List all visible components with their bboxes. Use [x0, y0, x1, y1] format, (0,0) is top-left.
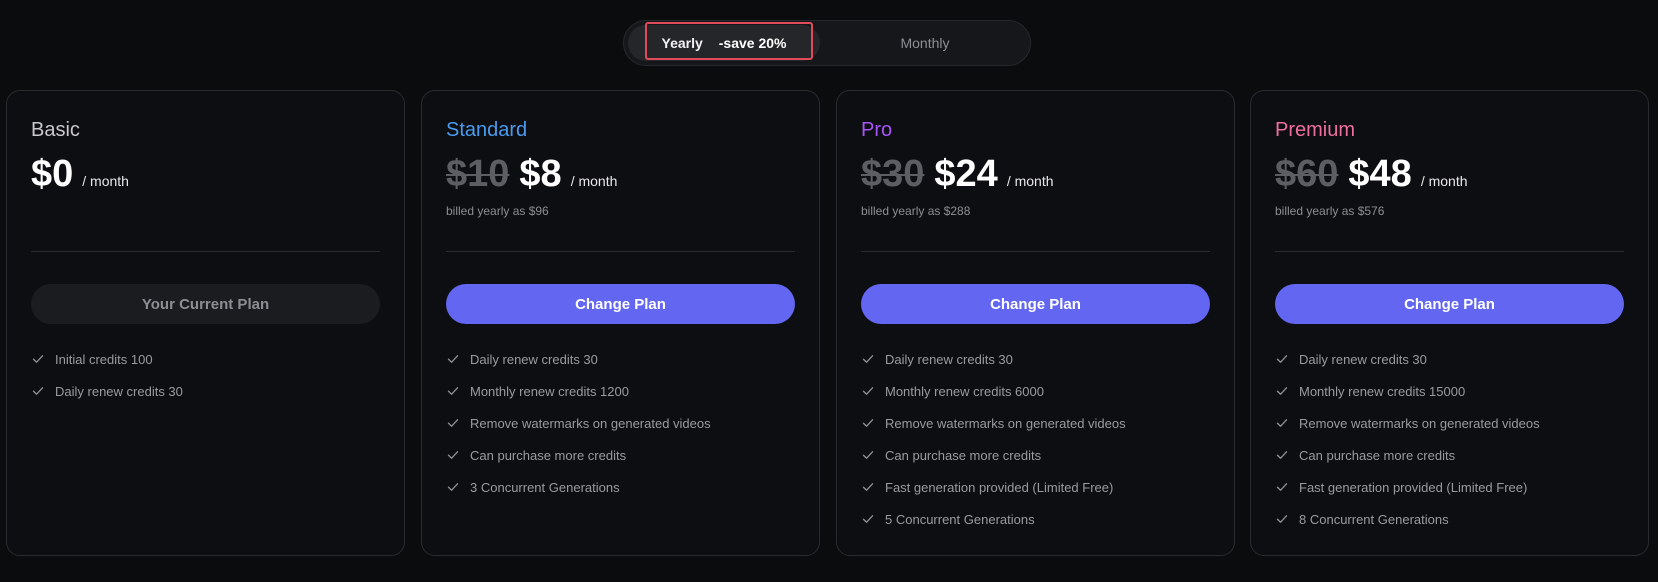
check-icon: [446, 416, 460, 430]
plan-card-pro: Pro $30 $24 / month billed yearly as $28…: [836, 90, 1235, 556]
check-icon: [446, 448, 460, 462]
yearly-option[interactable]: Yearly -save 20%: [628, 25, 820, 61]
divider: [861, 251, 1210, 252]
billed-note: billed yearly as $576: [1275, 204, 1385, 218]
change-plan-button[interactable]: Change Plan: [1275, 284, 1624, 324]
billing-period-toggle: Yearly -save 20% Monthly: [623, 20, 1031, 66]
list-item: Daily renew credits 30: [1275, 343, 1540, 375]
change-plan-button[interactable]: Change Plan: [446, 284, 795, 324]
yearly-label: Yearly: [661, 35, 703, 51]
check-icon: [31, 352, 45, 366]
plan-name: Premium: [1275, 119, 1356, 141]
current-plan-button[interactable]: Your Current Plan: [31, 284, 380, 324]
plan-name: Pro: [861, 119, 893, 141]
price-period: / month: [82, 173, 129, 189]
price-row: $30 $24 / month: [861, 153, 1054, 196]
plan-card-standard: Standard $10 $8 / month billed yearly as…: [421, 90, 820, 556]
list-item: 5 Concurrent Generations: [861, 503, 1126, 535]
price-row: $10 $8 / month: [446, 153, 617, 196]
check-icon: [1275, 480, 1289, 494]
original-price: $10: [446, 153, 510, 195]
plan-name: Standard: [446, 119, 528, 141]
feature-list: Daily renew credits 30 Monthly renew cre…: [1275, 343, 1540, 535]
check-icon: [1275, 512, 1289, 526]
plan-card-basic: Basic $0 / month Your Current Plan Initi…: [6, 90, 405, 556]
list-item: 8 Concurrent Generations: [1275, 503, 1540, 535]
price: $24: [934, 153, 998, 195]
check-icon: [446, 384, 460, 398]
list-item: Monthly renew credits 1200: [446, 375, 711, 407]
save-badge: -save 20%: [718, 35, 787, 51]
feature-list: Daily renew credits 30 Monthly renew cre…: [861, 343, 1126, 535]
divider: [31, 251, 380, 252]
list-item: 3 Concurrent Generations: [446, 471, 711, 503]
price: $0: [31, 153, 74, 195]
monthly-option[interactable]: Monthly: [824, 25, 1026, 61]
feature-list: Initial credits 100 Daily renew credits …: [31, 343, 183, 407]
check-icon: [1275, 448, 1289, 462]
check-icon: [1275, 384, 1289, 398]
billed-note: billed yearly as $288: [861, 204, 971, 218]
check-icon: [861, 480, 875, 494]
price: $48: [1348, 153, 1412, 195]
original-price: $30: [861, 153, 925, 195]
check-icon: [446, 480, 460, 494]
list-item: Daily renew credits 30: [861, 343, 1126, 375]
check-icon: [861, 448, 875, 462]
check-icon: [1275, 352, 1289, 366]
check-icon: [861, 384, 875, 398]
list-item: Remove watermarks on generated videos: [1275, 407, 1540, 439]
price-row: $0 / month: [31, 153, 129, 196]
price-period: / month: [570, 173, 618, 189]
list-item: Daily renew credits 30: [31, 375, 183, 407]
check-icon: [861, 352, 875, 366]
check-icon: [446, 352, 460, 366]
check-icon: [1275, 416, 1289, 430]
list-item: Can purchase more credits: [1275, 439, 1540, 471]
divider: [446, 251, 795, 252]
list-item: Remove watermarks on generated videos: [861, 407, 1126, 439]
divider: [1275, 251, 1624, 252]
list-item: Monthly renew credits 6000: [861, 375, 1126, 407]
billed-note: billed yearly as $96: [446, 204, 549, 218]
list-item: Daily renew credits 30: [446, 343, 711, 375]
list-item: Remove watermarks on generated videos: [446, 407, 711, 439]
change-plan-button[interactable]: Change Plan: [861, 284, 1210, 324]
check-icon: [861, 416, 875, 430]
plan-name: Basic: [31, 119, 80, 141]
list-item: Can purchase more credits: [861, 439, 1126, 471]
list-item: Fast generation provided (Limited Free): [1275, 471, 1540, 503]
price-period: / month: [1420, 173, 1468, 189]
plan-card-premium: Premium $60 $48 / month billed yearly as…: [1250, 90, 1649, 556]
check-icon: [31, 384, 45, 398]
feature-list: Daily renew credits 30 Monthly renew cre…: [446, 343, 711, 503]
list-item: Monthly renew credits 15000: [1275, 375, 1540, 407]
price-row: $60 $48 / month: [1275, 153, 1468, 196]
price-period: / month: [1006, 173, 1054, 189]
price: $8: [519, 153, 562, 195]
check-icon: [861, 512, 875, 526]
list-item: Fast generation provided (Limited Free): [861, 471, 1126, 503]
original-price: $60: [1275, 153, 1339, 195]
list-item: Initial credits 100: [31, 343, 183, 375]
list-item: Can purchase more credits: [446, 439, 711, 471]
